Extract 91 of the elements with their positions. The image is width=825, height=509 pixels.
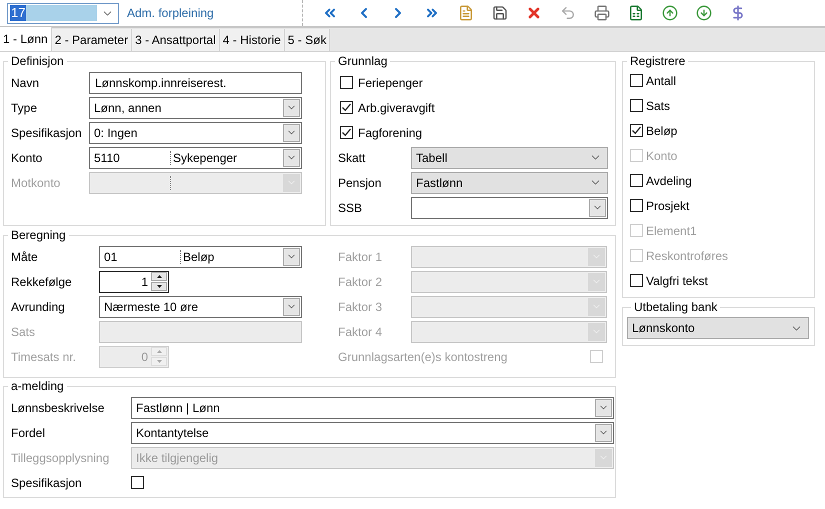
field-label: Navn	[11, 74, 40, 92]
dropdown[interactable]	[411, 196, 608, 218]
dollar-icon[interactable]	[730, 5, 746, 21]
dropdown[interactable]: Lønn, annen	[89, 96, 302, 118]
tab[interactable]: 4 - Historie	[220, 29, 285, 51]
dropdown-arrow-button[interactable]	[283, 298, 300, 316]
checkbox-label: Antall	[646, 72, 676, 90]
checkbox[interactable]	[630, 174, 643, 187]
dropdown[interactable]: Nærmeste 10 øre	[99, 296, 302, 318]
field-label: Fordel	[11, 424, 46, 442]
tab[interactable]: 3 - Ansattportal	[132, 29, 220, 51]
field-label: Spesifikasjon	[11, 474, 83, 492]
dropdown[interactable]: Fastlønn	[411, 172, 608, 194]
dropdown-arrow-button[interactable]	[595, 398, 612, 416]
triangle-down-icon	[156, 285, 162, 288]
field-label: Tilleggsopplysning	[11, 450, 110, 466]
checkbox[interactable]	[340, 126, 353, 139]
dropdown-arrow-button[interactable]	[283, 148, 300, 166]
checkbox-label: Prosjekt	[646, 198, 690, 214]
checkbox[interactable]	[131, 476, 144, 489]
text-field[interactable]: Lønnskomp.innreiserest.	[89, 72, 302, 94]
field-label: Måte	[11, 248, 39, 266]
checkbox-label: Fagforening	[358, 124, 422, 142]
record-name: Adm. forpleining	[127, 5, 215, 22]
field-label: Faktor 3	[338, 298, 384, 316]
checkbox[interactable]	[630, 99, 643, 112]
triangle-down-icon	[156, 360, 162, 363]
checkbox[interactable]	[630, 74, 643, 87]
spin-field[interactable]: 1	[99, 270, 169, 292]
checkbox-label: Arb.giveravgift	[358, 100, 435, 116]
dropdown[interactable]: Fastlønn | Lønn	[131, 396, 614, 418]
spin-up-button[interactable]	[151, 272, 167, 281]
field-label: Spesifikasjon	[11, 124, 83, 142]
checkbox[interactable]	[630, 199, 643, 212]
field-label: Timesats nr.	[11, 348, 77, 366]
dropdown-arrow-button[interactable]	[589, 198, 606, 216]
group-title: Definisjon	[10, 54, 65, 68]
field-label: Faktor 4	[338, 324, 384, 340]
field-label: Rekkefølge	[11, 274, 73, 290]
checkbox-label: Beløp	[646, 122, 678, 140]
checkbox-label: Konto	[646, 148, 678, 164]
record-dropdown[interactable]: 17	[7, 2, 119, 24]
dropdown[interactable]: Tabell	[411, 146, 608, 168]
checkbox-label: Sats	[646, 98, 670, 114]
group-title: Utbetaling bank	[633, 300, 718, 314]
tab[interactable]: 1 - Lønn	[0, 27, 52, 51]
field-label: Faktor 2	[338, 274, 384, 290]
dropdown-arrow-button[interactable]	[283, 124, 300, 142]
checkbox[interactable]	[340, 76, 353, 89]
spin-down-button[interactable]	[151, 282, 167, 291]
checkbox-label: Feriepenger	[358, 74, 423, 92]
dropdown[interactable]: 0: Ingen	[89, 122, 302, 144]
field-label: Type	[11, 100, 38, 116]
triangle-up-icon	[156, 350, 162, 353]
field-label: Motkonto	[11, 174, 62, 192]
tab[interactable]: 5 - Søk	[284, 29, 330, 51]
field-label: SSB	[338, 200, 364, 216]
printer-icon[interactable]	[594, 5, 610, 21]
field-label: Skatt	[338, 150, 366, 166]
checkbox[interactable]	[630, 124, 643, 137]
checkbox-label: Avdeling	[646, 172, 692, 190]
field-label: Avrunding	[11, 298, 66, 316]
checkbox-label: Valgfri tekst	[646, 272, 708, 290]
dropdown-arrow-button[interactable]	[595, 424, 612, 442]
dropdown[interactable]: 5110 Sykepenger	[89, 146, 302, 168]
group-title: Registrere	[629, 54, 686, 68]
checkbox[interactable]	[340, 101, 353, 114]
checkbox-label: Element1	[646, 222, 697, 240]
checkbox-label: Grunnlagsarten(e)s kontostreng	[338, 348, 508, 366]
group-title: Beregning	[10, 228, 67, 242]
dropdown[interactable]: Lønnskonto	[627, 317, 809, 339]
field-label: Faktor 1	[338, 248, 384, 266]
checkbox[interactable]	[630, 274, 643, 287]
x-mark-icon[interactable]	[526, 5, 542, 21]
dropdown[interactable]: Kontantytelse	[131, 422, 614, 444]
document-icon[interactable]	[458, 5, 474, 21]
group-title: Grunnlag	[337, 54, 388, 68]
group-title: a-melding	[10, 379, 65, 393]
triangle-up-icon	[156, 275, 162, 278]
tab[interactable]: 2 - Parameter	[52, 29, 132, 51]
field-label: Konto	[11, 150, 44, 166]
arrow-down-icon[interactable]	[696, 5, 712, 21]
dropdown-arrow-button[interactable]	[283, 248, 300, 266]
dropdown-arrow-button[interactable]	[283, 98, 300, 116]
spreadsheet-icon[interactable]	[628, 5, 644, 21]
field-label: Lønnsbeskrivelse	[11, 400, 106, 416]
field-label: Sats	[11, 324, 36, 340]
field-label: Pensjon	[338, 174, 382, 192]
checkbox-label: Reskontroføres	[646, 248, 728, 264]
arrow-up-icon[interactable]	[662, 5, 678, 21]
dropdown[interactable]: 01 Beløp	[99, 246, 302, 268]
